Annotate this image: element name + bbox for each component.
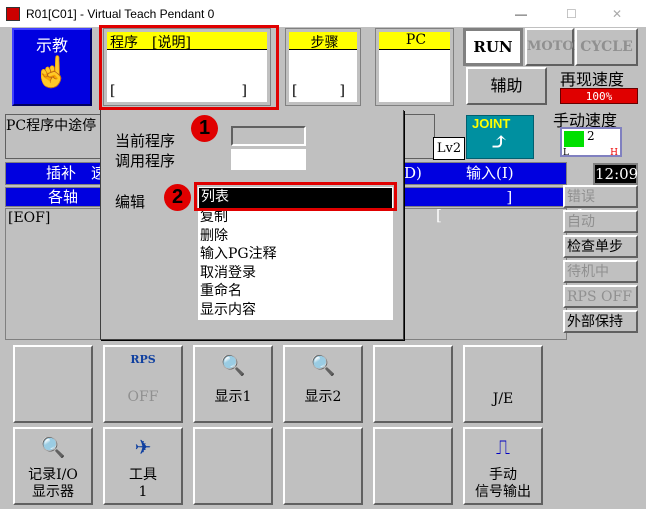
step-badge-1: 1 bbox=[191, 115, 218, 142]
function-key-label: 显示2 bbox=[304, 389, 342, 405]
speed-low: L bbox=[563, 148, 569, 158]
aux-button[interactable]: 辅助 bbox=[466, 67, 547, 105]
pc-stop-text: PC程序中途停 bbox=[6, 118, 97, 134]
pc-box[interactable]: PC bbox=[375, 28, 454, 106]
function-key[interactable] bbox=[283, 427, 363, 505]
status-button[interactable]: 错误 bbox=[563, 185, 638, 208]
level-indicator: Lv2 bbox=[433, 137, 465, 160]
edit-label: 编辑 bbox=[115, 193, 146, 211]
call-program-label: 调用程序 bbox=[115, 152, 176, 170]
function-key[interactable]: ⎍ 手动 信号输出 bbox=[463, 427, 543, 505]
status-button[interactable]: RPS OFF bbox=[563, 285, 638, 308]
function-key[interactable]: 🔍 记录I/O 显示器 bbox=[13, 427, 93, 505]
app-icon bbox=[6, 6, 20, 21]
step-badge-2: 2 bbox=[164, 184, 191, 211]
function-key-label: 手动 信号输出 bbox=[475, 467, 531, 500]
program-header: 程序 [说明] bbox=[107, 32, 267, 51]
menu-item[interactable]: 删除 bbox=[198, 227, 393, 246]
rps-icon: RPS bbox=[130, 353, 156, 366]
speed-high: H bbox=[610, 148, 618, 158]
function-key[interactable] bbox=[373, 427, 453, 505]
call-program-field[interactable] bbox=[231, 149, 306, 170]
function-key-label: OFF bbox=[127, 389, 159, 405]
hand-pointer-icon: ☝ bbox=[33, 55, 71, 90]
function-key[interactable]: 🔍 显示1 bbox=[193, 345, 273, 423]
display-magnifier-icon: 🔍 bbox=[220, 353, 246, 377]
program-value: [ ] bbox=[110, 83, 247, 99]
current-program-field[interactable] bbox=[231, 126, 306, 146]
program-popup: 1 当前程序 调用程序 编辑 2 列表 复制 删除 输入PG注释 取消登录 重命名 显示内容 bbox=[100, 110, 404, 340]
tool-icon: ✈ bbox=[134, 435, 152, 459]
status-button[interactable]: 待机中 bbox=[563, 260, 638, 283]
function-key[interactable]: ✈ 工具 1 bbox=[103, 427, 183, 505]
run-status: RUN bbox=[463, 28, 523, 66]
clock: 12:09 bbox=[593, 163, 639, 185]
pc-header: PC bbox=[379, 32, 450, 50]
axis-label: 各轴 bbox=[48, 188, 79, 206]
speed-level: 2 bbox=[587, 129, 595, 143]
function-key-label: 记录I/O 显示器 bbox=[28, 467, 78, 500]
speed-fill bbox=[564, 131, 584, 147]
joint-mode-button[interactable]: JOINT ⤴ bbox=[466, 115, 534, 159]
title-bar: R01[C01] - Virtual Teach Pendant 0 — ☐ ✕ bbox=[0, 0, 646, 27]
output-label-partial: D) bbox=[404, 164, 422, 182]
manual-speed-bar[interactable]: 2 L H bbox=[560, 127, 622, 158]
status-button[interactable]: 自动 bbox=[563, 210, 638, 233]
function-key[interactable] bbox=[373, 345, 453, 423]
function-key[interactable]: RPS OFF bbox=[103, 345, 183, 423]
window-title: R01[C01] - Virtual Teach Pendant 0 bbox=[26, 6, 215, 21]
menu-item[interactable]: 取消登录 bbox=[198, 264, 393, 283]
mode-label: 示教 bbox=[35, 36, 68, 55]
close-button[interactable]: ✕ bbox=[612, 7, 622, 21]
program-box[interactable]: 程序 [说明] [ ] bbox=[103, 28, 271, 106]
teach-mode-button[interactable]: 示教 ☝ bbox=[12, 28, 92, 106]
function-key[interactable]: J/E bbox=[463, 345, 543, 423]
maximize-button[interactable]: ☐ bbox=[566, 7, 577, 21]
signal-pulse-icon: ⎍ bbox=[496, 435, 510, 459]
function-key-label: 显示1 bbox=[214, 389, 252, 405]
robot-arm-icon: ⤴ bbox=[489, 128, 510, 156]
function-key[interactable] bbox=[193, 427, 273, 505]
function-key-label: J/E bbox=[492, 391, 514, 407]
function-key[interactable]: 🔍 显示2 bbox=[283, 345, 363, 423]
display-magnifier-icon: 🔍 bbox=[310, 353, 336, 377]
menu-item[interactable]: 显示内容 bbox=[198, 301, 393, 320]
minimize-button[interactable]: — bbox=[515, 7, 527, 21]
menu-item[interactable]: 重命名 bbox=[198, 282, 393, 301]
interp-label: 插补 速 bbox=[46, 164, 107, 182]
function-key[interactable] bbox=[13, 345, 93, 423]
function-key-label: 工具 1 bbox=[129, 467, 157, 500]
replay-speed-value: 100% bbox=[560, 88, 638, 104]
input-label: 输入(I) bbox=[466, 164, 514, 182]
step-header: 步骤 bbox=[289, 32, 357, 51]
step-box[interactable]: 步骤 [ ] bbox=[285, 28, 361, 106]
motor-status: MOTOR bbox=[525, 28, 585, 66]
io-monitor-icon: 🔍 bbox=[40, 435, 66, 459]
cycle-status: CYCLE bbox=[575, 28, 638, 66]
current-program-label: 当前程序 bbox=[115, 132, 176, 150]
replay-speed-label: 再现速度 bbox=[560, 70, 625, 89]
menu-item[interactable]: 输入PG注释 bbox=[198, 245, 393, 264]
eof-marker: [EOF] bbox=[8, 210, 51, 226]
status-button[interactable]: 外部保持 bbox=[563, 310, 638, 333]
selection-highlight bbox=[194, 182, 397, 211]
step-value: [ ] bbox=[292, 83, 345, 99]
status-button[interactable]: 检查单步 bbox=[563, 235, 638, 258]
